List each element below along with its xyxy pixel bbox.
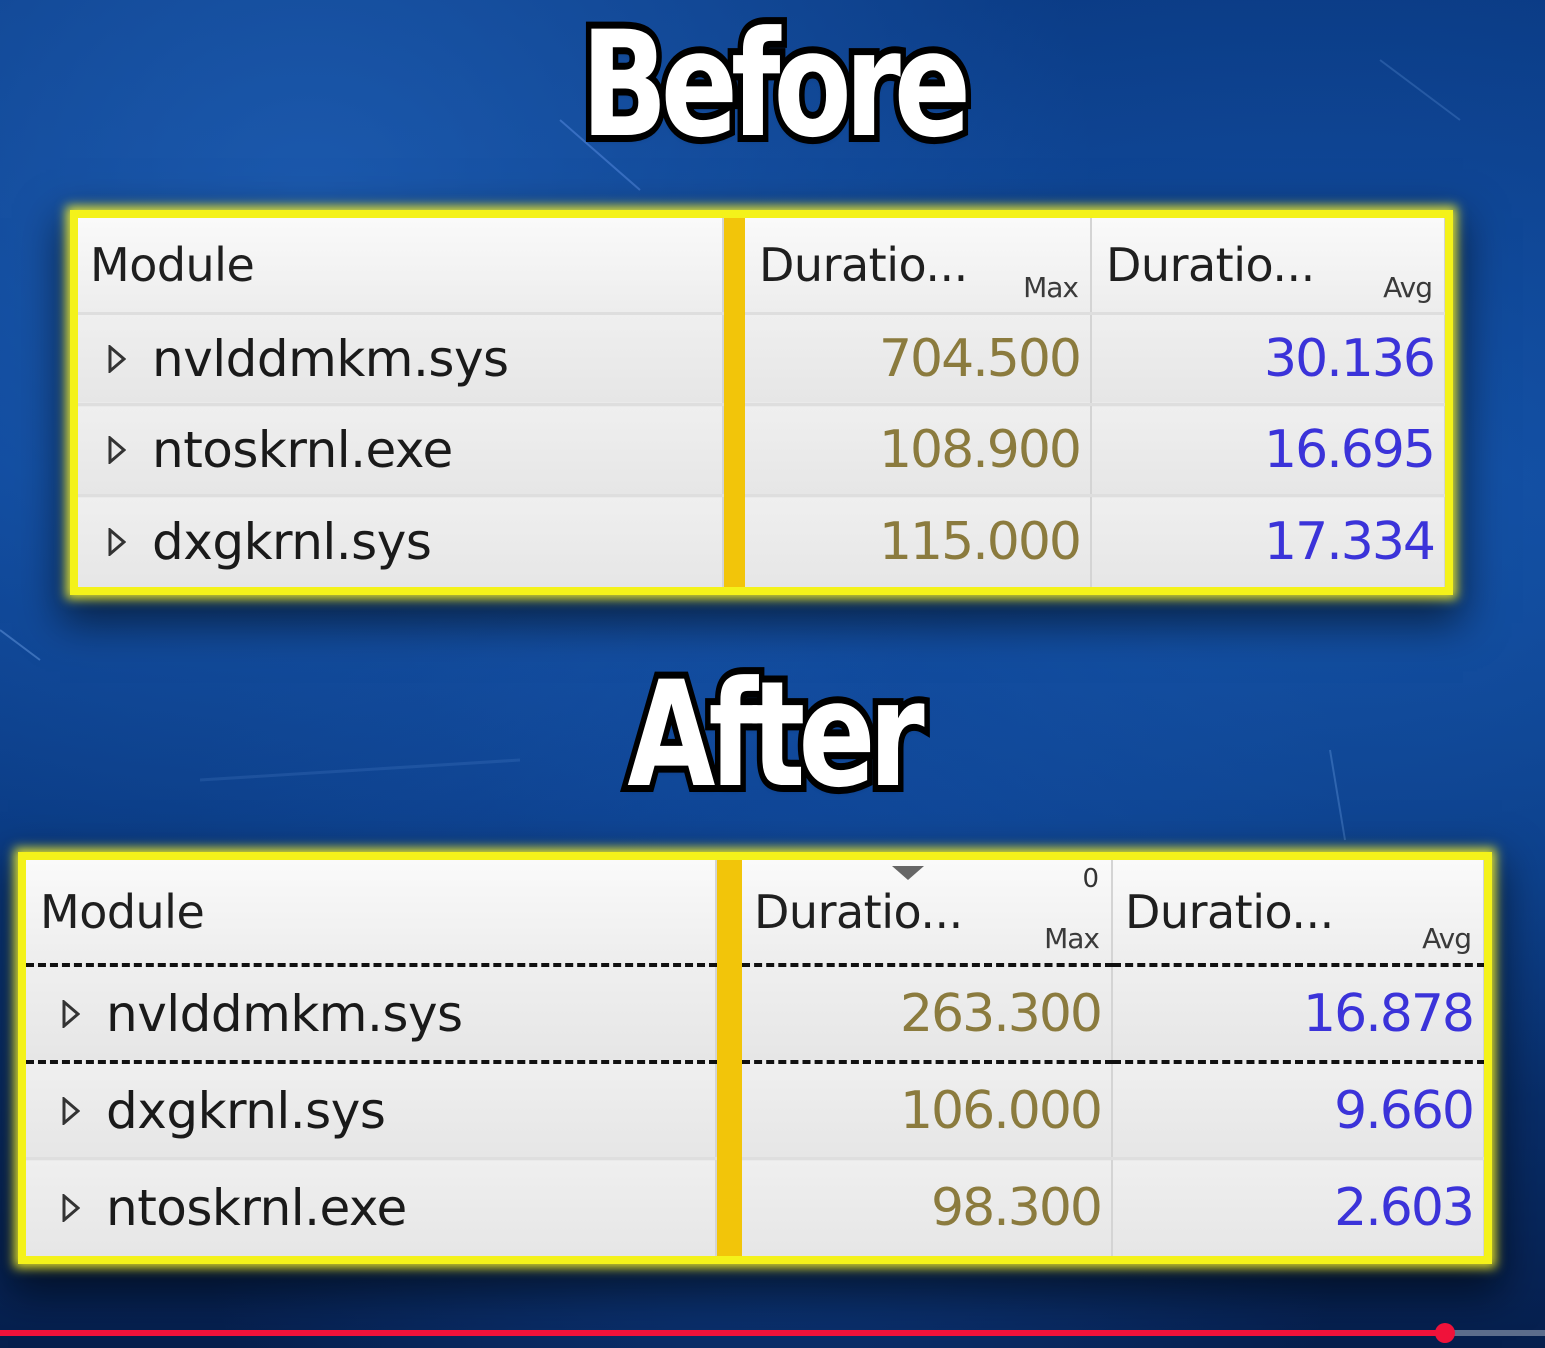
- max-sublabel: Max: [1044, 922, 1100, 956]
- column-separator: [716, 860, 742, 1256]
- after-heading: After: [622, 650, 930, 820]
- video-progress-bar[interactable]: [0, 1323, 1545, 1343]
- before-heading: Before: [575, 0, 976, 170]
- table-row-selected[interactable]: nvlddmkm.sys 263.300 16.878: [26, 963, 1484, 1065]
- duration-max-header-label: Duratio...: [759, 237, 968, 292]
- duration-avg-value: 16.695: [1091, 403, 1445, 496]
- duration-avg-value: 30.136: [1091, 311, 1445, 405]
- duration-avg-value: 17.334: [1091, 494, 1445, 587]
- column-separator: [723, 218, 745, 587]
- expand-triangle-icon[interactable]: [108, 528, 126, 557]
- module-cell: dxgkrnl.sys: [26, 1060, 717, 1159]
- after-table: Module 0 Duratio... Max Duratio... Avg n…: [26, 860, 1484, 1256]
- table-row[interactable]: ntoskrnl.exe 98.300 2.603: [26, 1157, 1484, 1256]
- duration-max-value: 115.000: [745, 494, 1092, 587]
- module-column-header[interactable]: Module: [78, 218, 724, 314]
- duration-avg-value: 16.878: [1112, 963, 1484, 1065]
- table-row[interactable]: dxgkrnl.sys 106.000 9.660: [26, 1060, 1484, 1159]
- duration-max-value: 106.000: [742, 1060, 1113, 1159]
- video-progress-handle[interactable]: [1434, 1323, 1455, 1343]
- module-cell: nvlddmkm.sys: [26, 963, 717, 1065]
- module-name: nvlddmkm.sys: [106, 984, 463, 1043]
- module-name: dxgkrnl.sys: [152, 513, 432, 572]
- table-row[interactable]: ntoskrnl.exe 108.900 16.695: [78, 403, 1445, 496]
- table-row[interactable]: dxgkrnl.sys 115.000 17.334: [78, 494, 1445, 587]
- duration-avg-column-header[interactable]: Duratio... Avg: [1091, 218, 1445, 314]
- duration-avg-header-label: Duratio...: [1125, 884, 1334, 939]
- module-name: nvlddmkm.sys: [152, 329, 509, 388]
- duration-avg-column-header[interactable]: Duratio... Avg: [1112, 860, 1484, 966]
- expand-triangle-icon[interactable]: [62, 1194, 80, 1223]
- before-table: Module Duratio... Max Duratio... Avg nvl…: [78, 218, 1445, 587]
- duration-max-column-header[interactable]: 0 Duratio... Max: [742, 860, 1113, 966]
- expand-triangle-icon[interactable]: [62, 1096, 80, 1125]
- video-progress-fill: [0, 1330, 1445, 1336]
- max-sublabel: Max: [1023, 270, 1079, 304]
- duration-avg-header-label: Duratio...: [1106, 237, 1315, 292]
- expand-triangle-icon[interactable]: [108, 344, 126, 373]
- sort-marker: 0: [1082, 864, 1099, 894]
- module-cell: nvlddmkm.sys: [78, 311, 724, 405]
- module-cell: dxgkrnl.sys: [78, 494, 724, 587]
- module-column-header[interactable]: Module: [26, 860, 717, 966]
- duration-max-value: 108.900: [745, 403, 1092, 496]
- expand-triangle-icon[interactable]: [108, 436, 126, 465]
- avg-sublabel: Avg: [1383, 270, 1433, 304]
- duration-max-value: 704.500: [745, 311, 1092, 405]
- duration-max-value: 263.300: [742, 963, 1113, 1065]
- module-header-label: Module: [40, 884, 205, 939]
- duration-max-value: 98.300: [742, 1157, 1113, 1256]
- module-cell: ntoskrnl.exe: [78, 403, 724, 496]
- module-name: ntoskrnl.exe: [152, 421, 453, 480]
- avg-sublabel: Avg: [1422, 922, 1472, 956]
- duration-avg-value: 9.660: [1112, 1060, 1484, 1159]
- table-row[interactable]: nvlddmkm.sys 704.500 30.136: [78, 311, 1445, 405]
- duration-avg-value: 2.603: [1112, 1157, 1484, 1256]
- module-cell: ntoskrnl.exe: [26, 1157, 717, 1256]
- module-name: ntoskrnl.exe: [106, 1179, 407, 1238]
- duration-max-column-header[interactable]: Duratio... Max: [745, 218, 1092, 314]
- module-header-label: Module: [90, 237, 255, 292]
- sort-descending-icon: [892, 866, 924, 880]
- after-table-panel: Module 0 Duratio... Max Duratio... Avg n…: [18, 852, 1492, 1264]
- duration-max-header-label: Duratio...: [754, 884, 963, 939]
- expand-triangle-icon[interactable]: [62, 999, 80, 1028]
- before-table-panel: Module Duratio... Max Duratio... Avg nvl…: [70, 210, 1453, 595]
- module-name: dxgkrnl.sys: [106, 1081, 386, 1140]
